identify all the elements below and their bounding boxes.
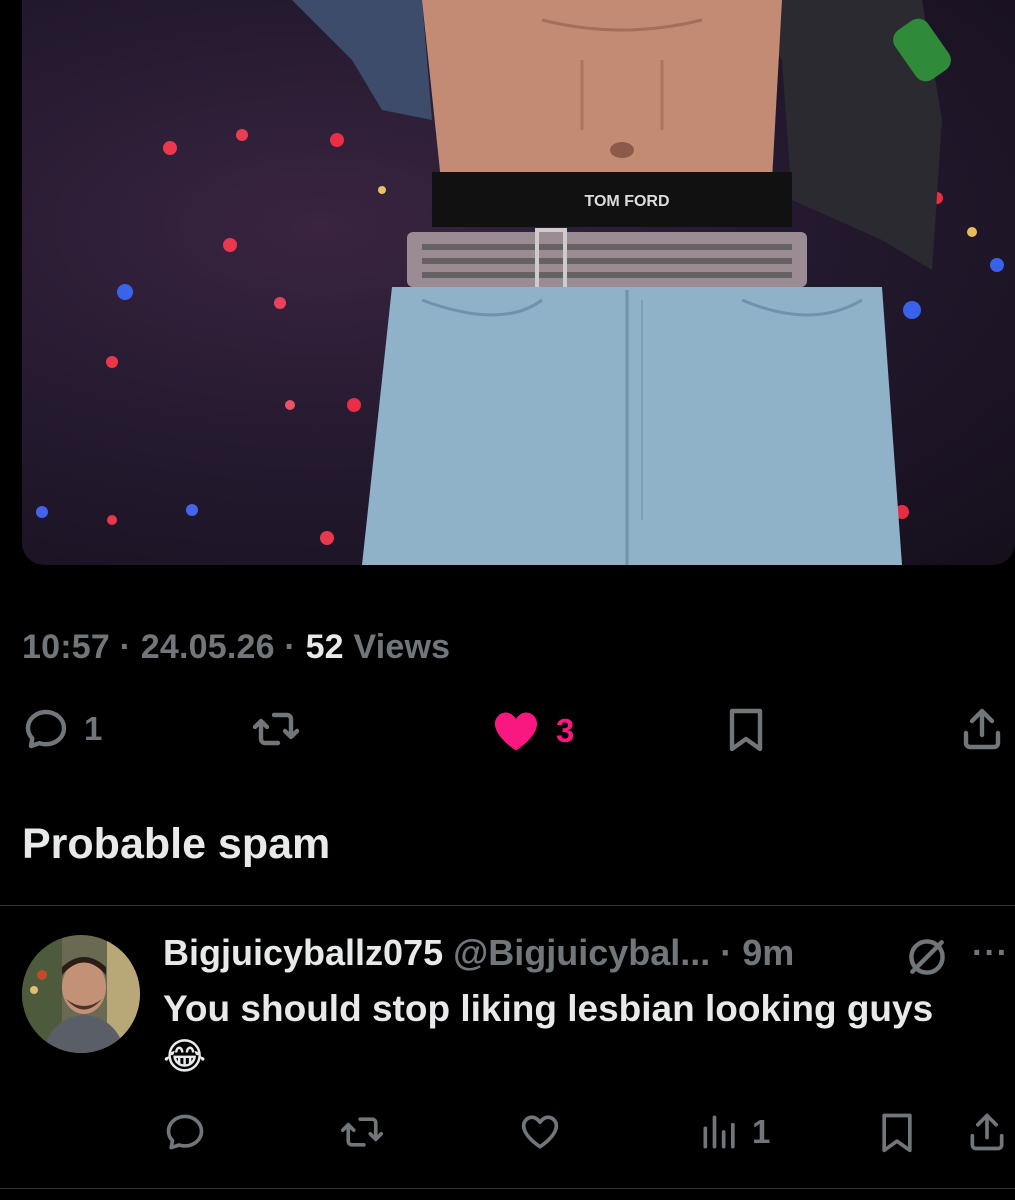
analytics-icon bbox=[703, 1115, 735, 1149]
reply-text: You should stop liking lesbian looking g… bbox=[163, 985, 1013, 1081]
more-options-icon[interactable]: ··· bbox=[972, 934, 1009, 973]
reply-author-handle[interactable]: @Bigjuicybal... bbox=[453, 932, 710, 973]
meta-separator: · bbox=[274, 628, 306, 666]
like-button[interactable]: 3 bbox=[490, 705, 574, 757]
like-count: 3 bbox=[556, 712, 575, 749]
reply-time[interactable]: 9m bbox=[742, 932, 794, 973]
reply-action-bar: 1 bbox=[0, 1110, 1015, 1160]
reply-emoji: 😂 bbox=[163, 1036, 207, 1077]
section-title-probable-spam: Probable spam bbox=[22, 820, 331, 868]
divider bbox=[0, 905, 1015, 906]
reply-retweet-button[interactable] bbox=[340, 1110, 384, 1154]
meta-separator: · bbox=[109, 628, 141, 666]
heart-icon bbox=[521, 1115, 559, 1149]
bookmark-icon bbox=[729, 708, 763, 752]
tweet-media-image[interactable]: TOM FORD bbox=[22, 0, 1015, 565]
reply-author-name[interactable]: Bigjuicyballz075 bbox=[163, 932, 443, 973]
views-count: 52 bbox=[305, 628, 344, 666]
reply-views-button[interactable]: 1 bbox=[698, 1110, 770, 1154]
no-sign-icon bbox=[909, 939, 945, 975]
reply-button[interactable]: 1 bbox=[22, 705, 102, 753]
heart-filled-icon bbox=[494, 712, 538, 751]
reply-count: 1 bbox=[84, 710, 103, 747]
retweet-icon bbox=[252, 712, 300, 746]
avatar[interactable] bbox=[22, 935, 140, 1053]
share-button[interactable] bbox=[958, 705, 1006, 753]
tweet-time: 10:57 bbox=[22, 628, 110, 666]
share-icon bbox=[970, 1113, 1004, 1151]
reply-body: You should stop liking lesbian looking g… bbox=[163, 988, 934, 1029]
reply-like-button[interactable] bbox=[518, 1110, 562, 1154]
retweet-icon bbox=[340, 1117, 384, 1147]
bookmark-icon bbox=[882, 1113, 912, 1153]
reply-icon bbox=[166, 1114, 204, 1150]
reply-views-count: 1 bbox=[752, 1113, 771, 1150]
meta-separator: · bbox=[710, 932, 743, 973]
retweet-button[interactable] bbox=[252, 705, 300, 753]
divider bbox=[0, 1188, 1015, 1189]
reply-icon bbox=[25, 709, 67, 749]
views-label[interactable]: Views bbox=[344, 628, 450, 666]
tweet-action-bar: 1 3 bbox=[0, 705, 1015, 775]
reply-bookmark-button[interactable] bbox=[875, 1110, 919, 1154]
reply-share-button[interactable] bbox=[965, 1110, 1009, 1154]
bookmark-button[interactable] bbox=[722, 705, 770, 753]
share-icon bbox=[963, 708, 1001, 750]
reply-reply-button[interactable] bbox=[163, 1110, 207, 1154]
reply-header: Bigjuicyballz075 @Bigjuicybal... · 9m bbox=[163, 932, 794, 974]
tweet-date: 24.05.26 bbox=[140, 628, 275, 666]
tweet-meta: 10:57 · 24.05.26 · 52 Views bbox=[22, 628, 450, 667]
waistband-brand-text: TOM FORD bbox=[584, 193, 669, 210]
